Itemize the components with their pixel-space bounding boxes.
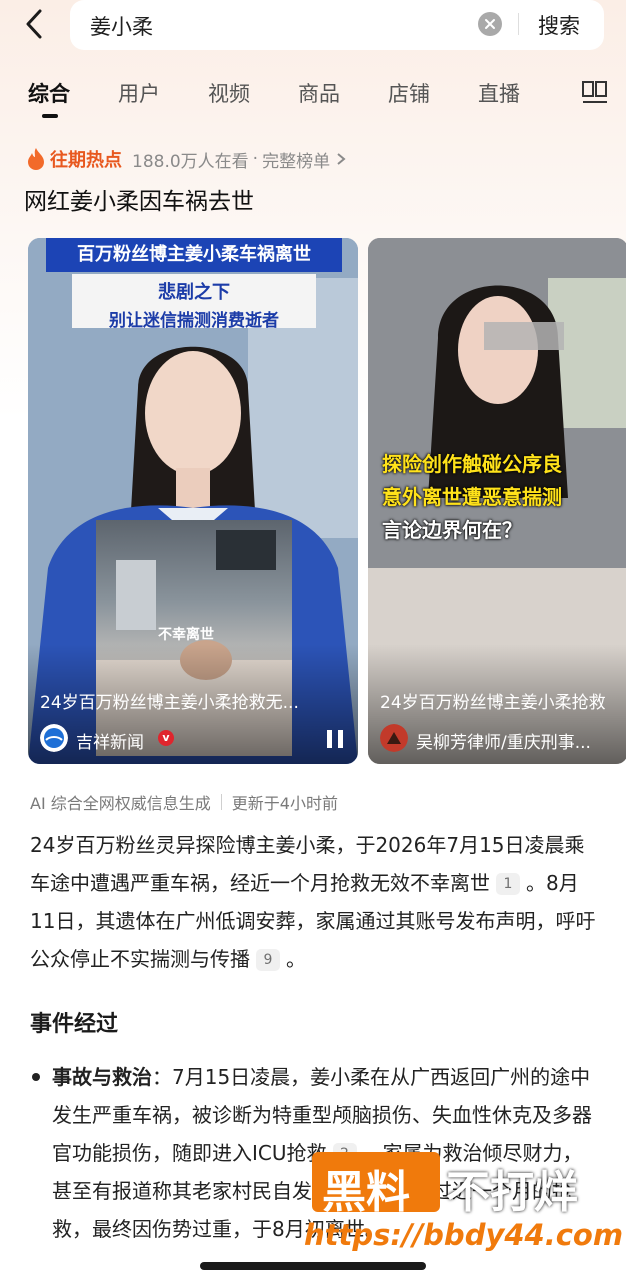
active-tab-indicator (42, 114, 58, 118)
tab-live[interactable]: 直播 (478, 78, 520, 108)
video-card[interactable]: 探险创作触碰公序良 意外离世遭恶意揣测 言论边界何在？ 24岁百万粉丝博主姜小柔… (368, 238, 626, 764)
source-name[interactable]: 吴柳芳律师/重庆刑事... (416, 728, 591, 753)
fire-icon (28, 148, 44, 170)
tab-stores[interactable]: 店铺 (388, 78, 430, 108)
watermark-url: https://bbdy44.com (304, 1218, 624, 1252)
source-avatar (40, 724, 68, 752)
card-overlay-text: 探险创作触碰公序良 意外离世遭恶意揣测 言论边界何在？ (382, 448, 626, 547)
filter-icon[interactable] (580, 78, 610, 108)
source-avatar (380, 724, 408, 752)
tab-comprehensive[interactable]: 综合 (28, 78, 70, 108)
pause-icon[interactable] (324, 728, 346, 750)
tab-videos[interactable]: 视频 (208, 78, 250, 108)
ai-summary-meta: AI 综合全网权威信息生成 更新于4小时前 (30, 790, 338, 814)
chevron-right-icon (337, 153, 346, 165)
inset-caption: 不幸离世 (158, 627, 214, 643)
overlay-line-3: 言论边界何在？ (382, 518, 522, 542)
viewer-count: 188.0万人在看 (132, 151, 249, 172)
bullet-dot (32, 1073, 40, 1081)
banner-line-2: 别让迷信揣测消费逝者 (109, 311, 279, 331)
meta-separator: · (252, 149, 259, 169)
search-input[interactable]: 姜小柔 搜索 (70, 0, 604, 50)
back-button[interactable] (16, 6, 52, 42)
video-card[interactable]: 百万粉丝博主姜小柔车祸离世 悲剧之下 别让迷信揣测消费逝者 不幸离世 24岁百万… (28, 238, 358, 764)
verified-icon: v (158, 730, 174, 746)
divider (220, 794, 222, 810)
video-caption: 24岁百万粉丝博主姜小柔抢救 (380, 693, 606, 713)
section-heading: 事件经过 (30, 1012, 119, 1037)
video-caption: 24岁百万粉丝博主姜小柔抢救无... (40, 693, 299, 713)
hot-label: 往期热点 (50, 150, 122, 171)
overlay-line-1: 探险创作触碰公序良 (382, 452, 562, 476)
citation-badge[interactable]: 9 (256, 949, 280, 971)
tab-users[interactable]: 用户 (118, 78, 160, 108)
close-icon (485, 19, 495, 29)
tab-products[interactable]: 商品 (298, 78, 340, 108)
overlay-line-2: 意外离世遭恶意揣测 (382, 485, 562, 509)
tab-bar: 综合 用户 视频 商品 店铺 直播 (0, 70, 626, 122)
hot-topic-row: 往期热点 188.0万人在看 · 完整榜单 (26, 145, 348, 173)
ai-summary-text: 24岁百万粉丝灵异探险博主姜小柔，于2026年7月15日凌晨乘车途中遭遇严重车祸… (30, 826, 602, 978)
bullet-label: 事故与救治 (52, 1065, 152, 1089)
update-time: 更新于4小时前 (231, 794, 338, 813)
source-name[interactable]: 吉祥新闻 (76, 728, 144, 753)
ai-source-note: AI 综合全网权威信息生成 (30, 794, 211, 813)
banner-headline: 百万粉丝博主姜小柔车祸离世 (46, 238, 342, 272)
chevron-left-icon (26, 9, 42, 39)
summary-part: 。 (286, 947, 306, 971)
banner-line-1: 悲剧之下 (158, 282, 230, 303)
blurred-eyes (484, 322, 564, 350)
watermark-brand: 黑料 (322, 1167, 410, 1218)
full-list-link[interactable]: 完整榜单 (262, 147, 330, 172)
search-bar: 姜小柔 搜索 (0, 0, 626, 56)
clear-button[interactable] (478, 12, 502, 36)
citation-badge[interactable]: 1 (496, 873, 520, 895)
home-indicator[interactable] (200, 1262, 426, 1270)
watermark-brand-suffix: 不打烊 (446, 1167, 578, 1218)
divider (518, 13, 519, 35)
search-button[interactable]: 搜索 (538, 10, 580, 40)
search-query: 姜小柔 (90, 15, 153, 39)
hot-topic-title[interactable]: 网红姜小柔因车祸去世 (24, 182, 254, 216)
banner-subtitle: 悲剧之下 别让迷信揣测消费逝者 (72, 274, 316, 331)
